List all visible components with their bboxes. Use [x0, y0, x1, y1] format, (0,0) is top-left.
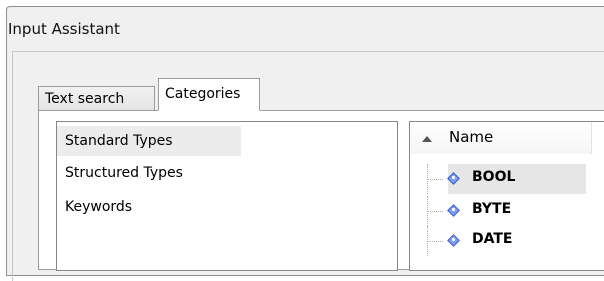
tab-categories[interactable]: Categories — [158, 78, 260, 111]
tree-connector — [427, 179, 443, 180]
dialog-title: Input Assistant — [8, 20, 120, 38]
sort-ascending-icon — [422, 136, 432, 142]
list-item-keywords[interactable]: Keywords — [57, 192, 241, 222]
tree-row-byte[interactable]: BYTE — [410, 196, 592, 226]
tree-row-date[interactable]: DATE — [410, 226, 592, 256]
blue-diamond-icon — [447, 234, 460, 247]
category-list[interactable]: Standard Types Structured Types Keywords — [56, 121, 398, 271]
tree-connector — [427, 241, 443, 242]
column-header-name[interactable]: Name — [410, 122, 592, 154]
blue-diamond-icon — [447, 204, 460, 217]
row-highlight — [448, 164, 586, 194]
type-label: BYTE — [472, 201, 512, 217]
type-tree[interactable]: Name BOOL BYTE DATE — [409, 121, 604, 271]
tree-row-bool[interactable]: BOOL — [410, 164, 592, 194]
type-label: BOOL — [472, 169, 516, 185]
list-item-standard-types[interactable]: Standard Types — [57, 126, 241, 156]
list-item-structured-types[interactable]: Structured Types — [57, 158, 241, 188]
type-label: DATE — [472, 231, 513, 247]
tab-text-search[interactable]: Text search — [38, 86, 155, 111]
column-header-label: Name — [449, 128, 494, 146]
tree-connector — [427, 211, 443, 212]
